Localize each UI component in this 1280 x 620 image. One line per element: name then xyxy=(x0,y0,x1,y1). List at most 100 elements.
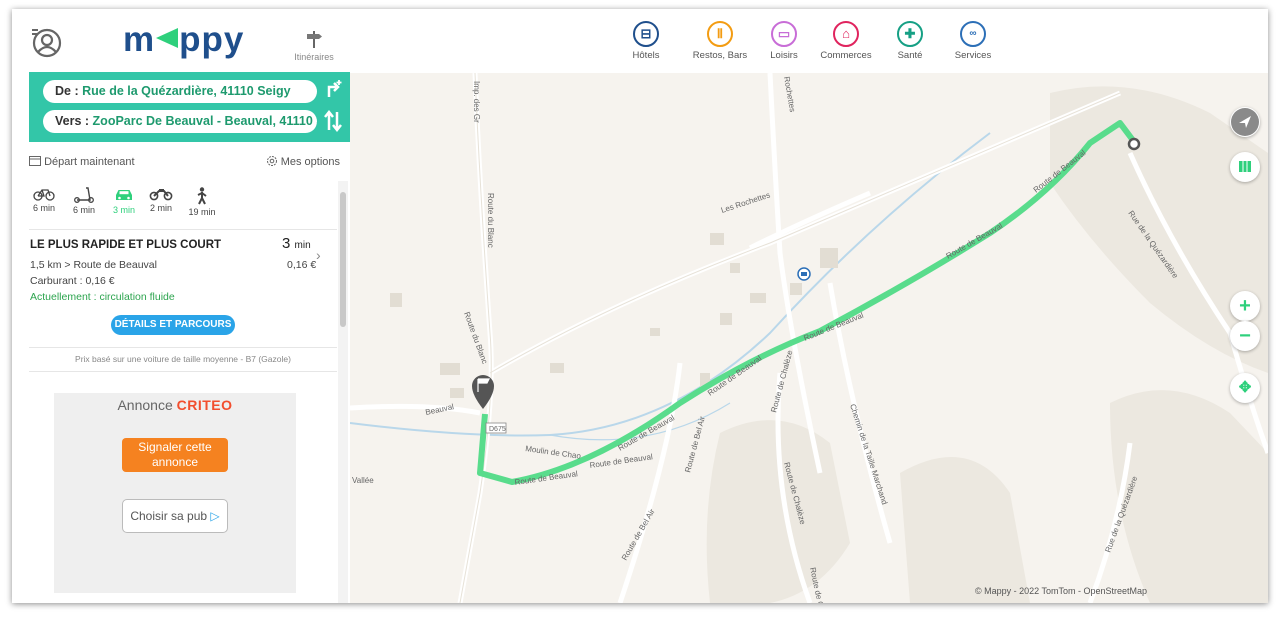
map-label-les-rochettes: Les Rochettes xyxy=(720,191,771,215)
criteo-logo: CRITEO xyxy=(176,397,233,413)
ad-label-prefix: Annonce xyxy=(117,397,173,413)
destination-value: ZooParc De Beauval - Beauval, 41110 Sain… xyxy=(92,114,317,128)
scooter-icon xyxy=(74,187,94,203)
minus-icon: − xyxy=(1239,325,1251,347)
my-options-button[interactable]: Mes options xyxy=(266,155,340,168)
health-cross-icon: ✚ xyxy=(897,21,923,47)
map-layers-icon xyxy=(1239,161,1251,172)
mode-bicycle[interactable]: 6 min xyxy=(29,187,59,213)
ad-block: Annonce CRITEO Signaler cette annonce Ch… xyxy=(54,393,296,593)
mode-motorbike[interactable]: 2 min xyxy=(146,187,176,213)
origin-prefix: De : xyxy=(55,84,79,98)
locate-me-button[interactable] xyxy=(1230,107,1260,137)
map-copyright: © Mappy - 2022 TomTom - OpenStreetMap xyxy=(975,586,1148,596)
category-services[interactable]: ∞ Services xyxy=(941,21,1005,61)
map-label-route-de-beauval-5: Route de Beauval xyxy=(945,221,1005,261)
logo-text-m: m xyxy=(123,20,156,59)
chevron-right-icon[interactable]: › xyxy=(316,247,321,263)
scrollbar-thumb[interactable] xyxy=(340,192,346,327)
zoom-out-button[interactable]: − xyxy=(1230,321,1260,351)
top-bar: m ppy Itinéraires xyxy=(12,9,350,72)
signpost-icon xyxy=(307,31,322,48)
bed-icon: ⊟ xyxy=(633,21,659,47)
destination-prefix: Vers : xyxy=(55,114,90,128)
report-ad-button[interactable]: Signaler cette annonce xyxy=(122,438,228,472)
origin-field[interactable]: De : Rue de la Quézardière, 41110 Seigy xyxy=(43,80,317,103)
category-bar: ⊟ Hôtels Ⅱ Restos, Bars ▭ Loisirs ⌂ Comm… xyxy=(350,9,1268,74)
map-canvas[interactable]: Route du Blanc Imp. des Gr Les Rochettes… xyxy=(350,73,1268,603)
route-form: De : Rue de la Quézardière, 41110 Seigy … xyxy=(29,72,350,142)
motorbike-icon xyxy=(149,189,173,201)
mode-scooter[interactable]: 6 min xyxy=(69,187,99,215)
car-icon xyxy=(116,190,132,200)
pedestrian-icon xyxy=(197,187,207,205)
map-label-route-du-blanc-2: Route du Blanc xyxy=(462,311,489,365)
category-leisure[interactable]: ▭ Loisirs xyxy=(752,21,816,61)
category-restaurants[interactable]: Ⅱ Restos, Bars xyxy=(688,21,752,61)
map-layers-button[interactable] xyxy=(1230,152,1260,182)
services-icon: ∞ xyxy=(960,21,986,47)
add-step-icon[interactable] xyxy=(323,79,343,104)
divider xyxy=(29,229,337,230)
recenter-button[interactable]: ✥ xyxy=(1230,373,1260,403)
duration-unit: min xyxy=(294,240,311,251)
mappy-logo[interactable]: m ppy xyxy=(123,20,244,60)
play-icon: ▷ xyxy=(210,509,220,523)
map-label-route-de-bel-air-1: Route de Bel Air xyxy=(683,415,707,473)
category-label: Commerces xyxy=(820,50,872,61)
mode-time: 2 min xyxy=(149,203,172,213)
map-label-chemin-taille: Chemin de la Taille Marchand xyxy=(848,403,889,506)
options-row: Départ maintenant Mes options xyxy=(29,152,350,174)
category-hotels[interactable]: ⊟ Hôtels xyxy=(614,21,678,61)
details-button[interactable]: DÉTAILS ET PARCOURS xyxy=(111,315,235,335)
result-title[interactable]: LE PLUS RAPIDE ET PLUS COURT xyxy=(30,239,221,251)
zoom-in-button[interactable]: + xyxy=(1230,291,1260,321)
directions-icon: ✥ xyxy=(1238,379,1252,396)
departure-time-selector[interactable]: Départ maintenant xyxy=(29,155,135,168)
app-window: m ppy Itinéraires De : Rue de la Quézardi… xyxy=(12,9,1268,603)
swap-directions-icon[interactable] xyxy=(323,109,343,137)
mode-pedestrian[interactable]: 19 min xyxy=(187,187,217,217)
profile-icon[interactable] xyxy=(30,26,62,58)
origin-value: Rue de la Quézardière, 41110 Seigy xyxy=(82,84,291,98)
mode-time: 19 min xyxy=(188,207,216,217)
logo-arrow-icon xyxy=(156,28,179,48)
result-traffic: Actuellement : circulation fluide xyxy=(30,291,175,303)
book-icon: ▭ xyxy=(771,21,797,47)
route-line xyxy=(477,120,1138,485)
category-label: Santé xyxy=(897,50,923,61)
category-label: Hôtels xyxy=(632,50,660,61)
duration-value: 3 xyxy=(282,235,291,252)
map-view[interactable]: Route du Blanc Imp. des Gr Les Rochettes… xyxy=(350,73,1268,603)
result-distance: 1,5 km > Route de Beauval xyxy=(30,259,157,271)
map-label-vallee: Vallée xyxy=(352,476,374,485)
category-label: Loisirs xyxy=(770,50,798,61)
category-health[interactable]: ✚ Santé xyxy=(878,21,942,61)
mode-time: 6 min xyxy=(32,203,55,213)
choose-ad-button[interactable]: Choisir sa pub ▷ xyxy=(122,499,228,533)
logo-text-ppy: ppy xyxy=(179,20,245,59)
divider xyxy=(29,371,337,372)
ad-label: Annonce CRITEO xyxy=(54,397,296,413)
result-duration: 3 min xyxy=(282,235,311,252)
choose-ad-label: Choisir sa pub xyxy=(130,509,208,523)
mode-time: 3 min xyxy=(112,205,135,215)
map-label-imp-des-gr: Imp. des Gr xyxy=(472,81,481,123)
map-label-rochettes: Rochettes xyxy=(782,76,797,113)
origin-marker-icon xyxy=(1127,137,1141,151)
destination-field[interactable]: Vers : ZooParc De Beauval - Beauval, 411… xyxy=(43,110,317,133)
calendar-icon xyxy=(29,156,41,166)
category-label: Services xyxy=(954,50,992,61)
itineraries-label: Itinéraires xyxy=(294,52,334,62)
price-note: Prix basé sur une voiture de taille moye… xyxy=(75,354,291,364)
mode-car[interactable]: 3 min xyxy=(109,187,139,215)
map-label-moulin: Moulin de Chao xyxy=(525,444,582,461)
itineraries-button[interactable]: Itinéraires xyxy=(290,29,338,62)
category-label: Restos, Bars xyxy=(692,50,748,61)
map-label-beauval: Beauval xyxy=(425,402,455,417)
result-fuel: Carburant : 0,16 € xyxy=(30,275,115,287)
gear-icon xyxy=(266,156,277,166)
transport-modes: 6 min 6 min 3 min 2 min 19 min xyxy=(29,187,329,227)
category-shops[interactable]: ⌂ Commerces xyxy=(814,21,878,61)
bicycle-icon xyxy=(33,189,55,201)
